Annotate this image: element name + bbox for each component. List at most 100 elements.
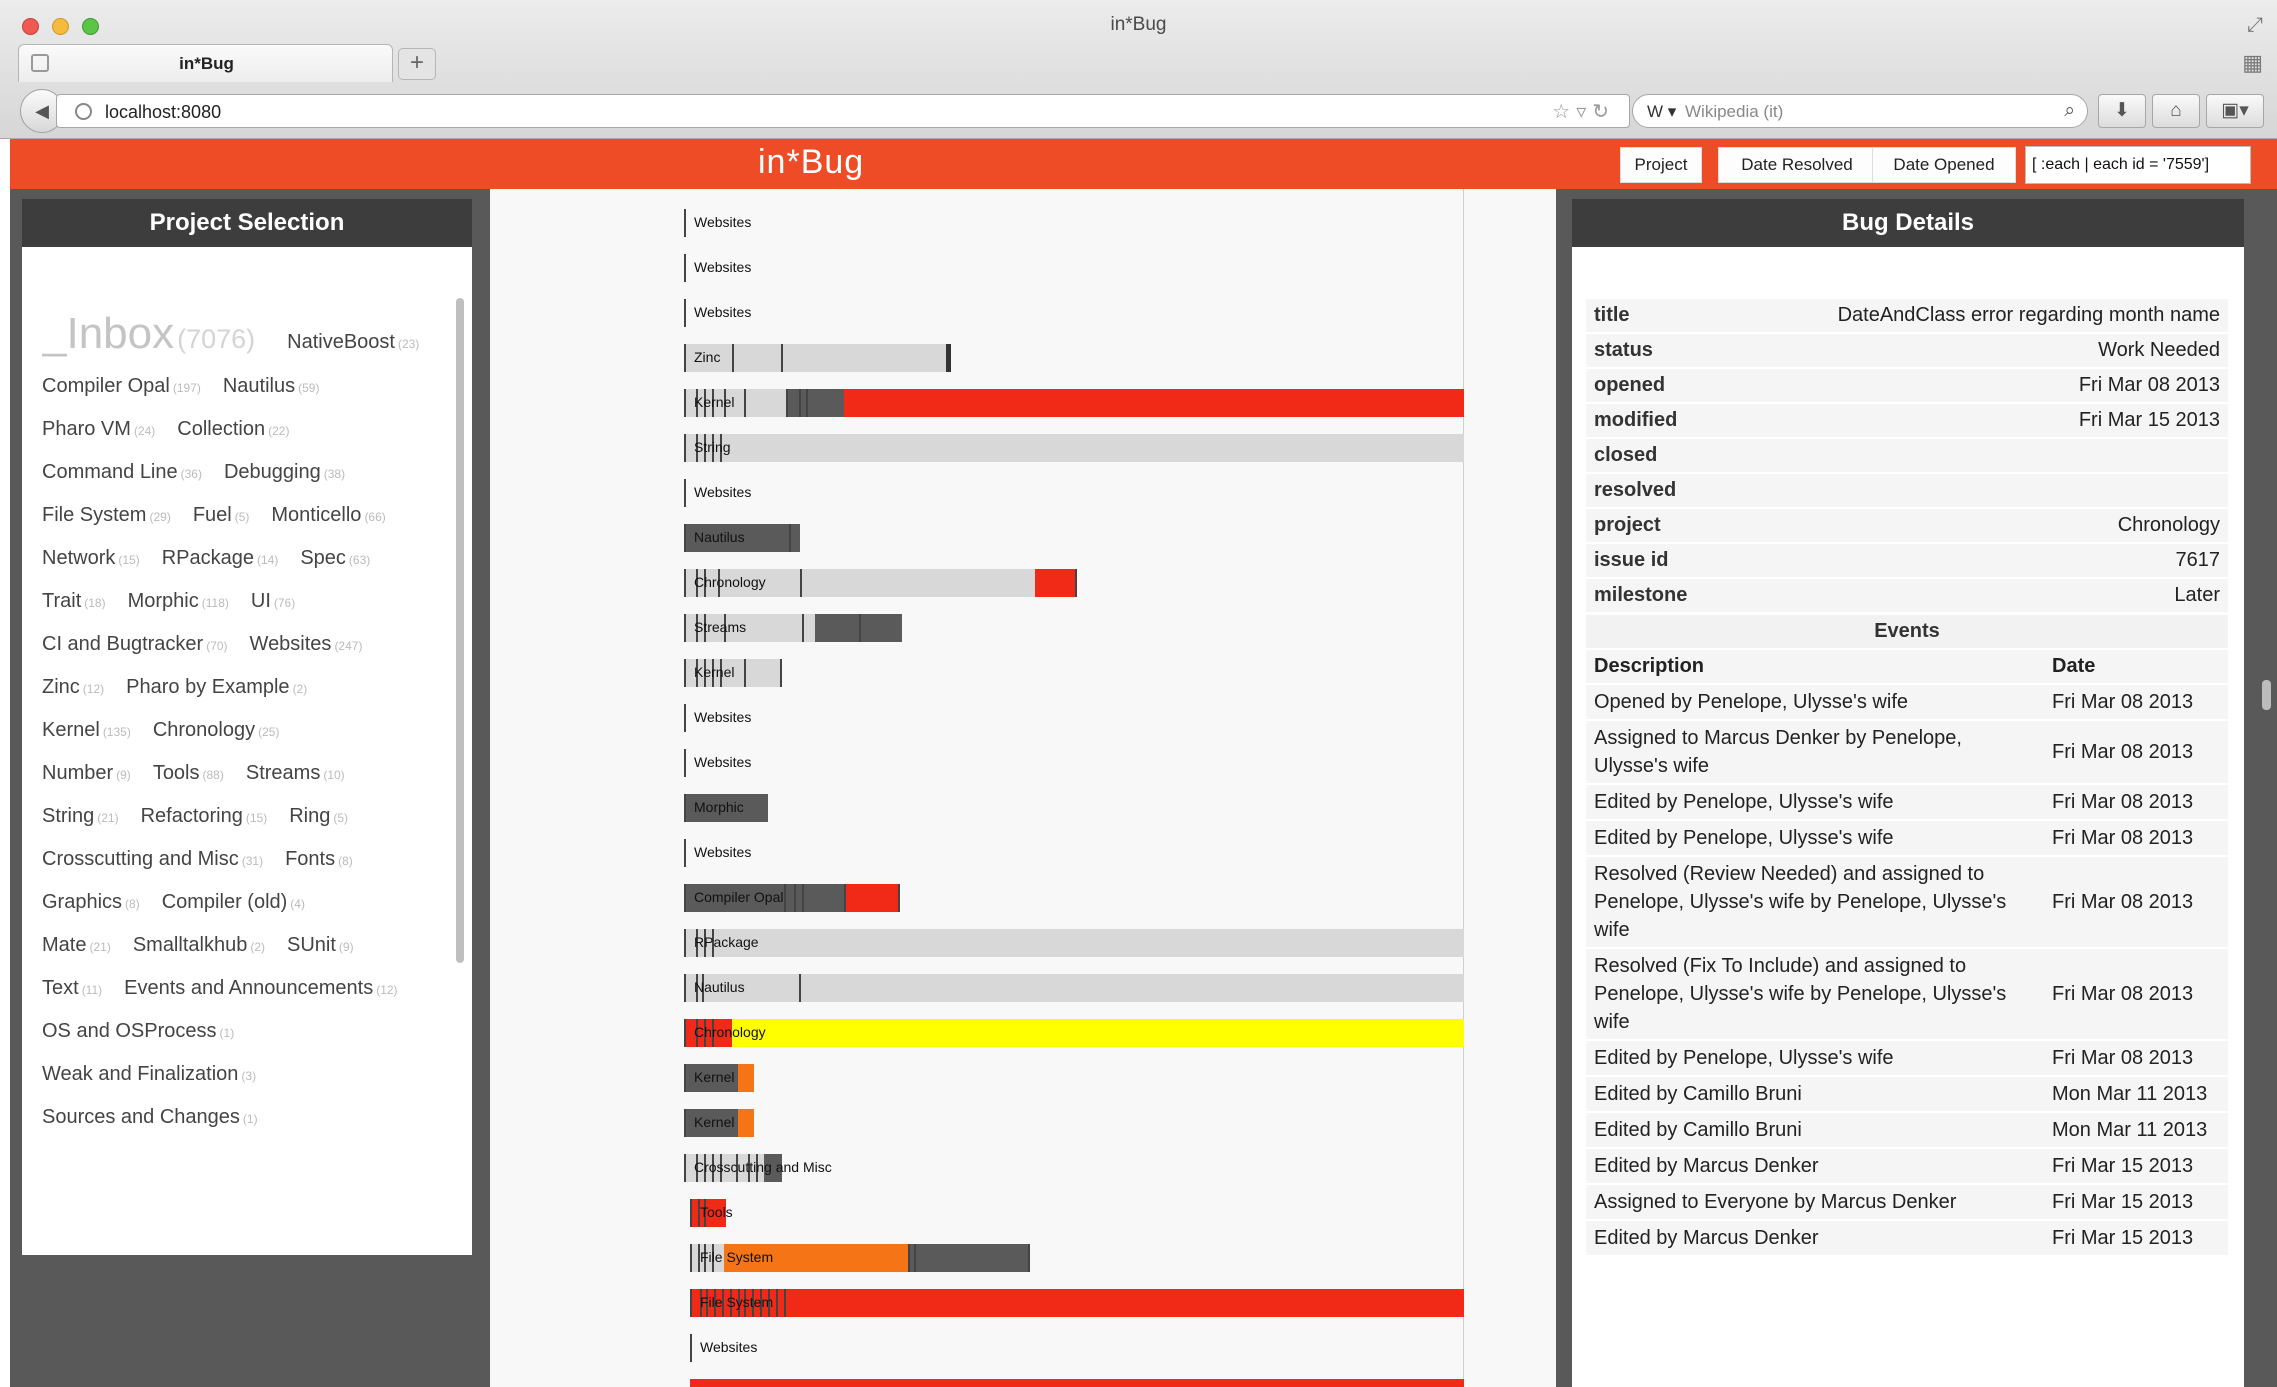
page-scrollbar[interactable] (2262, 680, 2271, 710)
column-header-description: Description (1586, 650, 2044, 683)
history-dropdown-icon[interactable]: ▿ (1576, 101, 1592, 123)
project-item[interactable]: Fonts (8) (285, 848, 353, 871)
event-date: Fri Mar 08 2013 (2044, 685, 2228, 719)
project-item[interactable]: Number (9) (42, 762, 131, 785)
reload-icon[interactable]: ↻ (1592, 101, 1615, 123)
project-item[interactable]: Refactoring (15) (141, 805, 268, 828)
project-item[interactable]: Weak and Finalization (3) (42, 1063, 256, 1086)
project-list-scrollbar[interactable] (456, 298, 464, 963)
project-item[interactable]: Mate (21) (42, 934, 111, 957)
home-button[interactable]: ⌂ (2152, 94, 2200, 128)
browser-tab[interactable]: in*Bug (18, 44, 393, 82)
project-list: _Inbox (7076) NativeBoost (23) Compiler Opal… (42, 309, 462, 1207)
sort-by-project-button[interactable]: Project (1620, 147, 1702, 183)
timeline-row[interactable]: Streams (684, 614, 1464, 642)
sort-by-date-resolved-button[interactable]: Date Resolved (1718, 147, 1876, 183)
project-item[interactable]: Zinc (12) (42, 676, 104, 699)
project-item[interactable]: Tools (88) (153, 762, 224, 785)
menu-button[interactable]: ▣▾ (2206, 94, 2264, 128)
project-item[interactable]: Compiler (old) (4) (162, 891, 305, 914)
timeline-row[interactable]: Websites (684, 704, 1464, 732)
timeline-row[interactable]: Websites (684, 749, 1464, 777)
timeline-row[interactable]: File System (684, 1289, 1464, 1317)
project-item[interactable]: Pharo VM (24) (42, 418, 155, 441)
project-item[interactable]: Nautilus (59) (223, 375, 320, 398)
timeline-row[interactable]: Chronology (684, 1019, 1464, 1047)
timeline-row[interactable]: Nautilus (684, 974, 1464, 1002)
project-item[interactable]: Chronology (25) (153, 719, 280, 742)
project-item[interactable]: Events and Announcements (12) (124, 977, 397, 1000)
timeline-row[interactable] (684, 1379, 1464, 1387)
project-item[interactable]: Smalltalkhub (2) (133, 934, 265, 957)
timeline-event-tick (776, 1289, 778, 1317)
timeline-row[interactable]: File System (684, 1244, 1464, 1272)
timeline-event-tick (684, 794, 686, 822)
project-item[interactable]: Debugging (38) (224, 461, 345, 484)
timeline-row[interactable]: Websites (684, 209, 1464, 237)
project-item[interactable]: RPackage (14) (162, 547, 279, 570)
timeline-row[interactable]: Websites (684, 1334, 1464, 1362)
project-item[interactable]: SUnit (9) (287, 934, 354, 957)
timeline-row[interactable]: Kernel (684, 389, 1464, 417)
project-item[interactable]: Websites (247) (250, 633, 363, 656)
timeline-row[interactable]: Kernel (684, 1064, 1464, 1092)
project-item[interactable]: Sources and Changes (1) (42, 1106, 258, 1129)
project-item[interactable]: CI and Bugtracker (70) (42, 633, 228, 656)
timeline-row[interactable]: String (684, 434, 1464, 462)
search-input[interactable]: Wikipedia (it) (1685, 102, 1783, 122)
timeline-event-tick (794, 884, 796, 912)
event-date: Fri Mar 08 2013 (2044, 949, 2228, 1039)
project-item[interactable]: Spec (63) (300, 547, 370, 570)
timeline-row[interactable]: Websites (684, 839, 1464, 867)
project-item[interactable]: UI (76) (251, 590, 295, 613)
search-engine-selector[interactable]: W ▾ (1647, 102, 1676, 122)
timeline-row[interactable]: Crosscutting and Misc (684, 1154, 1464, 1182)
downloads-button[interactable]: ⬇ (2098, 94, 2146, 128)
project-item[interactable]: Kernel (135) (42, 719, 131, 742)
project-item[interactable]: Collection (22) (177, 418, 289, 441)
tab-grid-icon[interactable]: ▦ (2242, 50, 2263, 76)
project-item[interactable]: Compiler Opal (197) (42, 375, 201, 398)
project-item[interactable]: Crosscutting and Misc (31) (42, 848, 263, 871)
timeline-row[interactable]: Zinc (684, 344, 1464, 372)
timeline-row[interactable]: Kernel (684, 1109, 1464, 1137)
project-item[interactable]: Streams (10) (246, 762, 345, 785)
search-icon[interactable]: ⌕ (2064, 100, 2075, 122)
timeline-row[interactable]: Websites (684, 479, 1464, 507)
project-item[interactable]: Trait (18) (42, 590, 106, 613)
timeline-row-label: Websites (694, 304, 752, 320)
project-item[interactable]: Monticello (66) (271, 504, 385, 527)
query-input[interactable] (2025, 146, 2251, 184)
sort-by-date-opened-button[interactable]: Date Opened (1872, 147, 2016, 183)
timeline-row[interactable]: Kernel (684, 659, 1464, 687)
timeline-row[interactable]: Tools (684, 1199, 1464, 1227)
project-item[interactable]: Morphic (118) (128, 590, 229, 613)
timeline-row[interactable]: Compiler Opal (684, 884, 1464, 912)
project-item[interactable]: File System (29) (42, 504, 171, 527)
project-item[interactable]: String (21) (42, 805, 119, 828)
project-item[interactable]: Command Line (36) (42, 461, 202, 484)
project-item[interactable]: NativeBoost (23) (287, 331, 419, 354)
fullscreen-icon[interactable]: ⤢ (2247, 14, 2263, 37)
project-item[interactable]: Pharo by Example (2) (126, 676, 307, 699)
timeline-row[interactable]: Websites (684, 254, 1464, 282)
project-item[interactable]: OS and OSProcess (1) (42, 1020, 234, 1043)
app-header: in*Bug Project Date Resolved Date Opened (10, 139, 2277, 189)
timeline-row[interactable]: Morphic (684, 794, 1464, 822)
bookmark-star-icon[interactable]: ☆ (1552, 101, 1576, 123)
timeline-row[interactable]: RPackage (684, 929, 1464, 957)
project-item[interactable]: Ring (5) (289, 805, 348, 828)
project-name: Sources and Changes (42, 1106, 240, 1128)
timeline-row[interactable]: Nautilus (684, 524, 1464, 552)
event-date: Fri Mar 08 2013 (2044, 1041, 2228, 1075)
timeline-row[interactable]: Chronology (684, 569, 1464, 597)
timeline-row[interactable]: Websites (684, 299, 1464, 327)
project-item[interactable]: Graphics (8) (42, 891, 140, 914)
project-item[interactable]: Text (11) (42, 977, 102, 1000)
project-item[interactable]: Fuel (5) (193, 504, 250, 527)
address-bar[interactable]: localhost:8080 ☆▿↻ (56, 94, 1630, 128)
project-item[interactable]: Network (15) (42, 547, 140, 570)
new-tab-button[interactable]: + (398, 48, 436, 80)
search-bar[interactable]: W ▾ Wikipedia (it) ⌕ (1632, 94, 2088, 128)
project-item[interactable]: _Inbox (7076) (42, 309, 255, 359)
